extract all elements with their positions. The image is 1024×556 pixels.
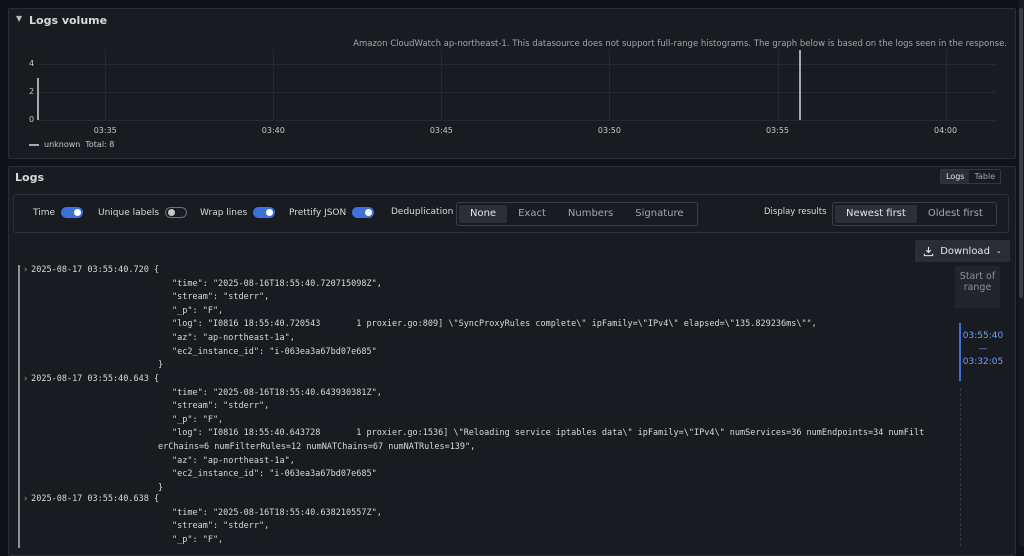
log-line: "time": "2025-08-16T18:55:40.720715098Z"… <box>172 278 382 289</box>
grid-line <box>38 92 996 93</box>
log-line: "_p": "F", <box>172 414 224 425</box>
prettify-json-option: Prettify JSON <box>289 207 375 218</box>
x-tick: 03:35 <box>93 126 117 135</box>
histogram-bar[interactable] <box>798 50 801 120</box>
grid-line <box>273 50 275 120</box>
expand-chevron-icon[interactable]: › <box>23 374 28 384</box>
expand-chevron-icon[interactable]: › <box>23 494 28 504</box>
prettify-json-toggle[interactable] <box>352 207 375 218</box>
range-from: 03:55:40 <box>962 331 1004 341</box>
view-toggle: Logs Table <box>940 169 1002 184</box>
log-timestamp: 2025-08-17 03:55:40.643 { <box>31 374 160 384</box>
download-icon <box>924 246 934 256</box>
log-line: "stream": "stderr", <box>172 292 270 303</box>
unique-labels-toggle[interactable] <box>165 207 188 218</box>
grid-line <box>777 50 779 120</box>
download-button[interactable]: Download ⌄ <box>915 240 1010 262</box>
log-line: "az": "ap-northeast-1a", <box>172 333 295 343</box>
log-line: "time": "2025-08-16T18:55:40.638210557Z"… <box>172 507 382 518</box>
dedup-signature[interactable]: Signature <box>624 205 694 223</box>
order-oldest-first[interactable]: Oldest first <box>917 205 994 223</box>
dedup-exact[interactable]: Exact <box>507 205 557 223</box>
x-tick: 03:45 <box>429 126 453 135</box>
chevron-down-icon: ⌄ <box>995 247 1002 255</box>
x-tick: 03:50 <box>597 126 621 135</box>
log-row[interactable]: › 2025-08-17 03:55:40.720 { "time": "2025-… <box>18 265 950 374</box>
time-option: Time <box>33 207 84 218</box>
legend-series-name: unknown <box>44 140 81 149</box>
download-label: Download <box>940 245 990 257</box>
x-tick: 03:40 <box>261 126 285 135</box>
log-line: "stream": "stderr", <box>172 401 270 412</box>
scrollbar-thumb[interactable] <box>1019 8 1023 298</box>
x-tick: 03:55 <box>765 126 790 135</box>
grid-line <box>609 50 611 120</box>
wrap-lines-toggle[interactable] <box>253 207 276 218</box>
log-line: "stream": "stderr", <box>172 521 270 532</box>
log-line: "time": "2025-08-16T18:55:40.643930381Z"… <box>172 387 382 398</box>
deduplication-radio: None Exact Numbers Signature <box>456 202 698 226</box>
log-line: "log": "I0816 18:55:40.643728 1 proxier.… <box>172 428 925 439</box>
grid-line <box>105 50 107 120</box>
log-close-brace: } <box>158 360 164 371</box>
table-view-tab[interactable]: Table <box>969 170 1000 183</box>
y-tick: 0 <box>29 115 35 124</box>
time-toggle[interactable] <box>61 207 84 218</box>
log-line: erChains=6 numFilterRules=12 numNATChain… <box>158 442 476 452</box>
y-tick: 4 <box>29 59 35 68</box>
logs-view-tab[interactable]: Logs <box>941 170 970 183</box>
log-timestamp: 2025-08-17 03:55:40.720 { <box>31 265 160 275</box>
log-row[interactable]: › 2025-08-17 03:55:40.638 { "time": "2025-… <box>18 494 950 549</box>
log-line: "_p": "F", <box>172 534 224 545</box>
histogram-bar[interactable] <box>37 78 39 120</box>
log-row-header[interactable]: › 2025-08-17 03:55:40.638 { <box>23 494 159 504</box>
grid-line <box>441 50 443 120</box>
wrap-lines-label: Wrap lines <box>200 207 248 218</box>
y-tick: 2 <box>29 87 35 96</box>
order-newest-first[interactable]: Newest first <box>835 205 917 223</box>
grid-line <box>38 64 996 65</box>
range-track <box>960 388 962 546</box>
log-timestamp: 2025-08-17 03:55:40.638 { <box>31 494 160 504</box>
unique-labels-label: Unique labels <box>98 207 160 218</box>
dedup-numbers[interactable]: Numbers <box>557 205 624 223</box>
display-results-label: Display results <box>764 207 827 217</box>
x-tick: 04:00 <box>934 126 958 135</box>
unique-labels-option: Unique labels <box>98 207 188 218</box>
expand-chevron-icon[interactable]: › <box>23 265 28 275</box>
display-results-radio: Newest first Oldest first <box>832 202 997 226</box>
prettify-json-label: Prettify JSON <box>289 207 347 218</box>
datasource-info: Amazon CloudWatch ap-northeast-1. This d… <box>353 39 1007 49</box>
log-line: "log": "I0816 18:55:40.720543 1 proxier.… <box>172 319 817 330</box>
log-line: "_p": "F", <box>172 305 224 316</box>
collapse-chevron-icon[interactable]: ▼ <box>16 14 22 23</box>
log-row-header[interactable]: › 2025-08-17 03:55:40.720 { <box>23 265 159 275</box>
legend-swatch <box>29 143 39 146</box>
dedup-none[interactable]: None <box>459 205 508 223</box>
log-row[interactable]: › 2025-08-17 03:55:40.643 { "time": "2025-… <box>18 374 950 497</box>
start-of-range-button[interactable]: Start of range <box>955 266 1000 308</box>
wrap-lines-option: Wrap lines <box>200 207 276 218</box>
chart-legend[interactable]: unknown Total: 8 <box>29 140 114 149</box>
logs-volume-title[interactable]: Logs volume <box>29 14 107 27</box>
deduplication-label: Deduplication <box>391 207 454 217</box>
log-line: "ec2_instance_id": "i-063ea3a67bd07e685" <box>172 346 377 357</box>
log-range-indicator[interactable]: 03:55:40 — 03:32:05 <box>959 323 1005 381</box>
log-line: "az": "ap-northeast-1a", <box>172 455 295 466</box>
logs-volume-panel <box>8 8 1016 159</box>
log-line: "ec2_instance_id": "i-063ea3a67bd07e685" <box>172 469 377 480</box>
range-to: 03:32:05 <box>962 357 1004 367</box>
time-label: Time <box>33 207 56 218</box>
logs-title: Logs <box>15 171 44 184</box>
legend-total: Total: 8 <box>85 140 115 149</box>
log-row-header[interactable]: › 2025-08-17 03:55:40.643 { <box>23 374 159 384</box>
log-close-brace: } <box>158 482 164 493</box>
range-separator: — <box>978 344 988 354</box>
grid-line <box>38 120 996 121</box>
grid-line <box>945 50 947 120</box>
